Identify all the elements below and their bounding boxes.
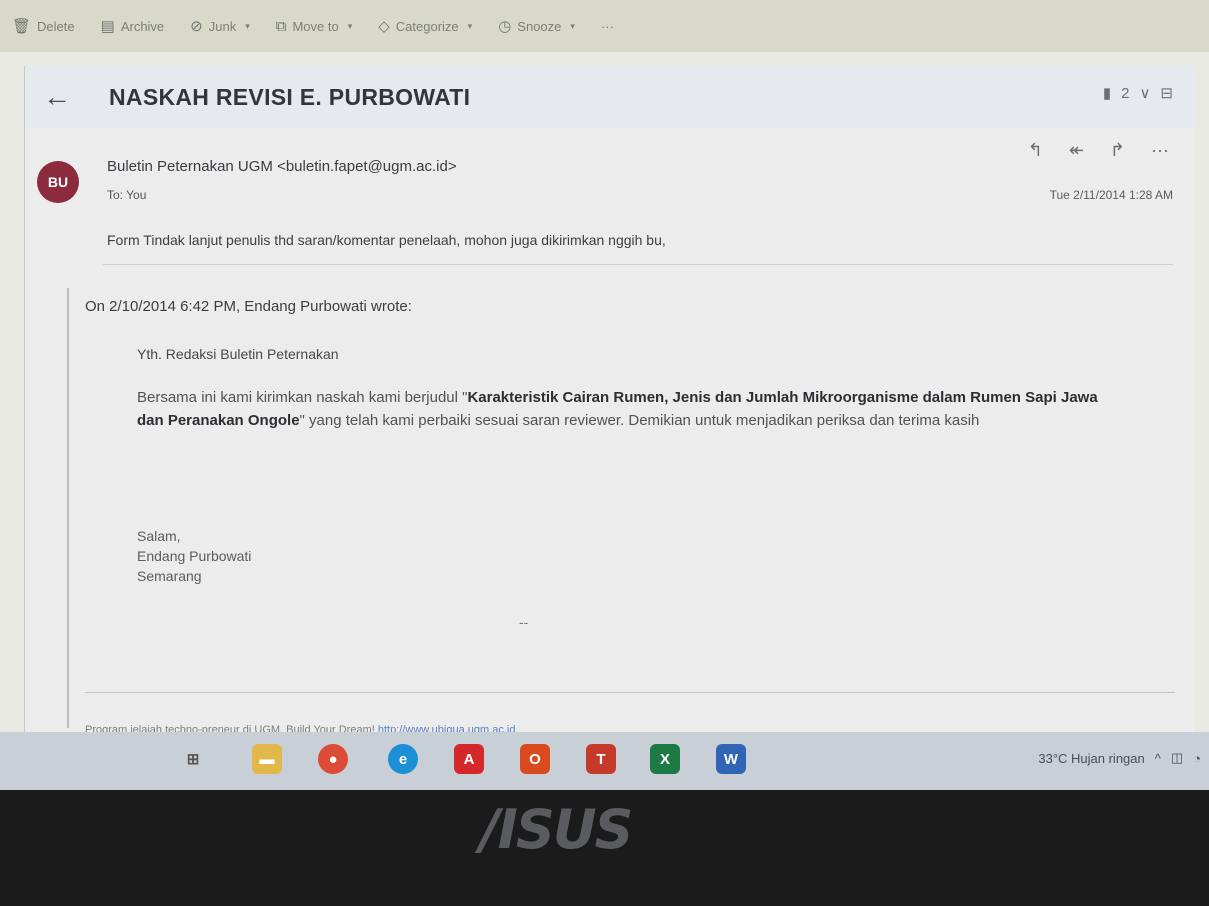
move-to-icon: ⧉ [275,17,287,35]
excel-icon[interactable]: X [650,744,680,774]
snooze-button[interactable]: ◷ Snooze ▾ [498,17,575,35]
reply-icon[interactable]: ↰ [1028,140,1043,161]
file-explorer-icon[interactable]: ▬ [252,744,282,774]
junk-button[interactable]: ⊘ Junk ▾ [190,17,250,35]
move-to-button[interactable]: ⧉ Move to ▾ [276,18,353,35]
weather[interactable]: 33°C Hujan ringan [1038,751,1144,766]
divider [103,264,1173,265]
message-body: Form Tindak lanjut penulis thd saran/kom… [107,232,666,248]
teams-icon[interactable]: T [586,744,616,774]
chevron-down-icon: ▾ [570,20,575,31]
popout-icon[interactable]: ⊟ [1160,84,1173,102]
email-subject: NASKAH REVISI E. PURBOWATI [109,83,471,110]
more-icon[interactable]: ··· [1151,140,1169,161]
quote-greeting: Yth. Redaksi Buletin Peternakan [137,346,339,362]
command-bar: 🗑 Delete ▤ Archive ⊘ Junk ▾ ⧉ Move to ▾ … [0,0,1209,52]
system-tray: 33°C Hujan ringan ^ ◫ ◔ [1038,750,1201,766]
task-view-icon[interactable]: ⊞ [178,744,208,774]
thread-count[interactable]: 2 [1121,85,1129,102]
divider [85,692,1175,693]
taskbar: ⊞ ▬ ● e A O T X W 33°C Hujan ringan ^ ◫ … [0,732,1209,790]
office-icon[interactable]: O [520,744,550,774]
edge-icon[interactable]: e [388,744,418,774]
chevron-up-icon[interactable]: ^ [1155,751,1161,766]
signature-separator: -- [519,614,529,630]
signature: Salam, Endang Purbowati Semarang [137,528,252,584]
screen: 🗑 Delete ▤ Archive ⊘ Junk ▾ ⧉ Move to ▾ … [0,0,1209,790]
chevron-down-icon: ▾ [467,20,473,31]
delete-button[interactable]: 🗑 Delete [12,17,75,35]
acrobat-icon[interactable]: A [454,744,484,774]
chevron-down-icon[interactable]: ∨ [1139,84,1150,102]
sender-name[interactable]: Buletin Peternakan UGM <buletin.fapet@ug… [107,158,457,175]
archive-button[interactable]: ▤ Archive [101,17,165,35]
recipient-line: To: You [107,188,147,202]
clock-icon: ◷ [498,18,512,35]
reading-pane: ← NASKAH REVISI E. PURBOWATI ▮ 2 ∨ ⊟ BU … [24,66,1195,790]
laptop-logo: /ISUS [480,798,633,861]
message-actions: ↰ ↞ ↱ ··· [1028,140,1169,161]
network-icon[interactable]: ◫ [1171,750,1183,766]
quote-bar [67,288,69,728]
word-icon[interactable]: W [716,744,746,774]
archive-icon: ▤ [100,18,115,35]
subject-bar: ← NASKAH REVISI E. PURBOWATI ▮ 2 ∨ ⊟ [25,66,1195,128]
speaker-icon[interactable]: ◔ [1193,751,1201,766]
junk-icon: ⊘ [190,18,203,35]
reply-all-icon[interactable]: ↞ [1069,140,1084,161]
thread-controls: ▮ 2 ∨ ⊟ [1102,84,1173,103]
chrome-icon[interactable]: ● [318,744,348,774]
back-arrow-icon[interactable]: ← [43,81,79,113]
forward-icon[interactable]: ↱ [1110,140,1125,161]
quote-header: On 2/10/2014 6:42 PM, Endang Purbowati w… [85,298,412,315]
chevron-down-icon: ▾ [347,20,353,31]
avatar[interactable]: BU [37,161,79,203]
lock-icon: ▮ [1102,85,1112,102]
message-date: Tue 2/11/2014 1:28 AM [1049,188,1173,202]
tag-icon: ◇ [378,18,390,35]
chevron-down-icon: ▾ [245,20,250,31]
quote-paragraph: Bersama ini kami kirimkan naskah kami be… [137,389,1098,429]
trash-icon: 🗑 [12,18,32,35]
more-actions-button[interactable]: ··· [601,19,614,34]
categorize-button[interactable]: ◇ Categorize ▾ [378,17,472,35]
